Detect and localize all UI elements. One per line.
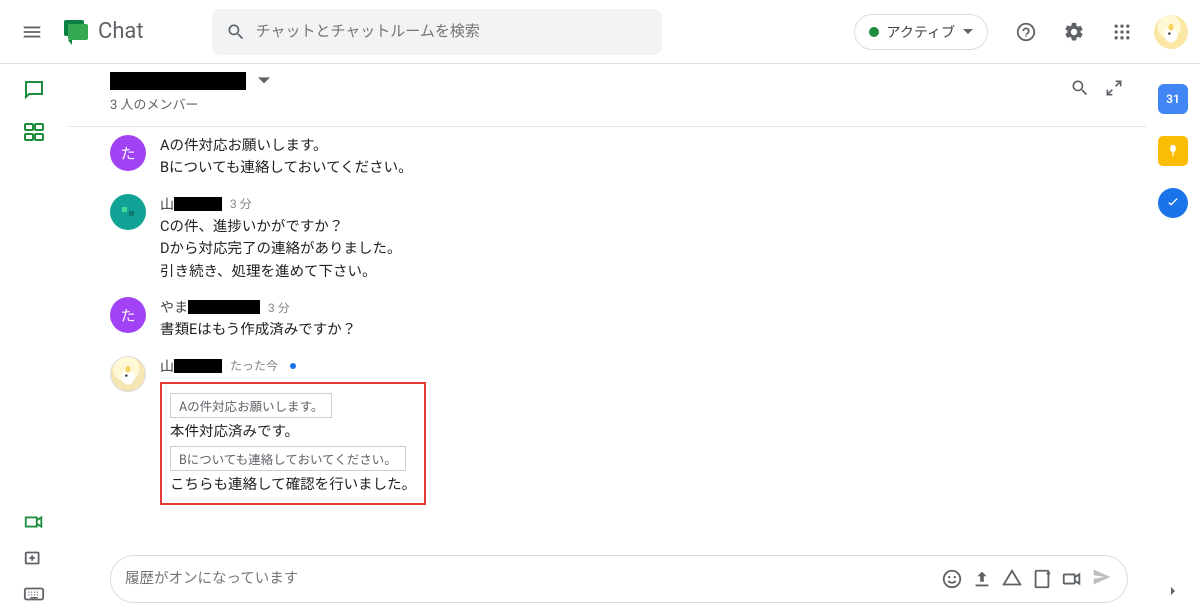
- help-button[interactable]: [1006, 12, 1046, 52]
- keyboard-icon[interactable]: [23, 583, 45, 605]
- keep-addon-button[interactable]: [1158, 136, 1188, 166]
- send-icon: [1091, 566, 1113, 588]
- gear-icon: [1063, 21, 1085, 43]
- message-author: やま: [160, 297, 260, 317]
- presence-status-button[interactable]: アクティブ: [854, 14, 988, 50]
- tasks-icon: [1165, 195, 1181, 211]
- drive-icon[interactable]: [1001, 568, 1023, 590]
- apps-grid-icon: [1112, 22, 1132, 42]
- presence-status-label: アクティブ: [887, 22, 955, 42]
- main-menu-button[interactable]: [12, 12, 52, 52]
- avatar-pixel-icon: [118, 202, 138, 222]
- unread-indicator-icon: [290, 363, 296, 369]
- message-timestamp: 3 分: [268, 299, 290, 316]
- message-text: 書類Eはもう作成済みですか？: [160, 319, 1128, 341]
- message-text: 本件対応済みです。: [170, 423, 299, 440]
- message-item: 山 たった今 Aの件対応お願いします。 本件対応済みです。 Bについても連絡して…: [110, 356, 1128, 505]
- message-item: た やま 3 分 書類Eはもう作成済みですか？: [110, 297, 1128, 341]
- side-panel-collapse-button[interactable]: [1165, 583, 1181, 603]
- compose-input[interactable]: [125, 571, 933, 587]
- chat-logo-icon: [60, 16, 92, 48]
- chat-tab-icon[interactable]: [22, 78, 46, 102]
- message-text: 引き続き、処理を進めて下さい。: [160, 261, 1128, 283]
- quoted-text-chip: Bについても連絡しておいてください。: [170, 446, 406, 471]
- room-name-redacted: [110, 72, 246, 90]
- video-call-icon[interactable]: [23, 511, 45, 533]
- caret-down-icon: [258, 75, 270, 87]
- message-timestamp: たった今: [230, 357, 278, 374]
- message-text: Dから対応完了の連絡がありました。: [160, 238, 1128, 260]
- avatar-bird-icon: [115, 361, 141, 387]
- app-logo[interactable]: Chat: [60, 16, 144, 48]
- help-icon: [1015, 21, 1037, 43]
- collapse-panel-icon[interactable]: [1104, 78, 1124, 98]
- search-input[interactable]: [256, 23, 648, 40]
- message-list[interactable]: た Aの件対応お願いします。 Bについても連絡しておいてください。 山 3 分 …: [68, 126, 1146, 543]
- google-apps-button[interactable]: [1102, 12, 1142, 52]
- highlighted-reply-box: Aの件対応お願いします。 本件対応済みです。 Bについても連絡しておいてください…: [160, 382, 426, 505]
- message-item: た Aの件対応お願いします。 Bについても連絡しておいてください。: [110, 135, 1128, 180]
- upload-icon[interactable]: [971, 568, 993, 590]
- keep-icon: [1165, 143, 1181, 159]
- quoted-text-chip: Aの件対応お願いします。: [170, 393, 332, 418]
- send-button[interactable]: [1091, 566, 1113, 592]
- avatar: た: [110, 135, 146, 171]
- room-search-icon[interactable]: [1070, 78, 1090, 98]
- account-avatar[interactable]: [1154, 15, 1188, 49]
- message-text: Cの件、進捗いかがですか？: [160, 216, 1128, 238]
- video-meeting-icon[interactable]: [1061, 568, 1083, 590]
- avatar: [110, 356, 146, 392]
- room-name-dropdown[interactable]: [110, 72, 270, 90]
- hamburger-icon: [21, 21, 43, 43]
- message-item: 山 3 分 Cの件、進捗いかがですか？ Dから対応完了の連絡がありました。 引き…: [110, 194, 1128, 283]
- search-bar[interactable]: [212, 9, 662, 55]
- create-doc-icon[interactable]: [1031, 568, 1053, 590]
- room-members-label: 3 人のメンバー: [110, 94, 270, 113]
- tasks-addon-button[interactable]: [1158, 188, 1188, 218]
- avatar-bird-icon: [1158, 19, 1184, 45]
- top-bar: Chat アクティブ: [0, 0, 1200, 64]
- caret-down-icon: [963, 27, 973, 37]
- rooms-tab-icon[interactable]: [22, 120, 46, 144]
- left-nav-rail: [0, 64, 68, 615]
- message-text: こちらも連絡して確認を行いました。: [170, 476, 416, 493]
- settings-button[interactable]: [1054, 12, 1094, 52]
- message-author: 山: [160, 194, 222, 214]
- calendar-day-number: 31: [1166, 92, 1180, 106]
- compose-bar[interactable]: [110, 555, 1128, 603]
- message-timestamp: 3 分: [230, 195, 252, 212]
- room-header: 3 人のメンバー: [68, 64, 1146, 126]
- add-video-icon[interactable]: [23, 547, 45, 569]
- left-rail-bottom: [23, 511, 45, 605]
- avatar: [110, 194, 146, 230]
- side-panel: 31: [1146, 64, 1200, 615]
- search-icon: [226, 22, 246, 42]
- chevron-right-icon: [1165, 583, 1181, 599]
- presence-dot-icon: [869, 27, 879, 37]
- message-text: Aの件対応お願いします。: [160, 135, 1128, 157]
- emoji-icon[interactable]: [941, 568, 963, 590]
- calendar-addon-button[interactable]: 31: [1158, 84, 1188, 114]
- avatar: た: [110, 297, 146, 333]
- message-text: Bについても連絡しておいてください。: [160, 157, 1128, 179]
- message-author: 山: [160, 356, 222, 376]
- app-name: Chat: [98, 19, 144, 44]
